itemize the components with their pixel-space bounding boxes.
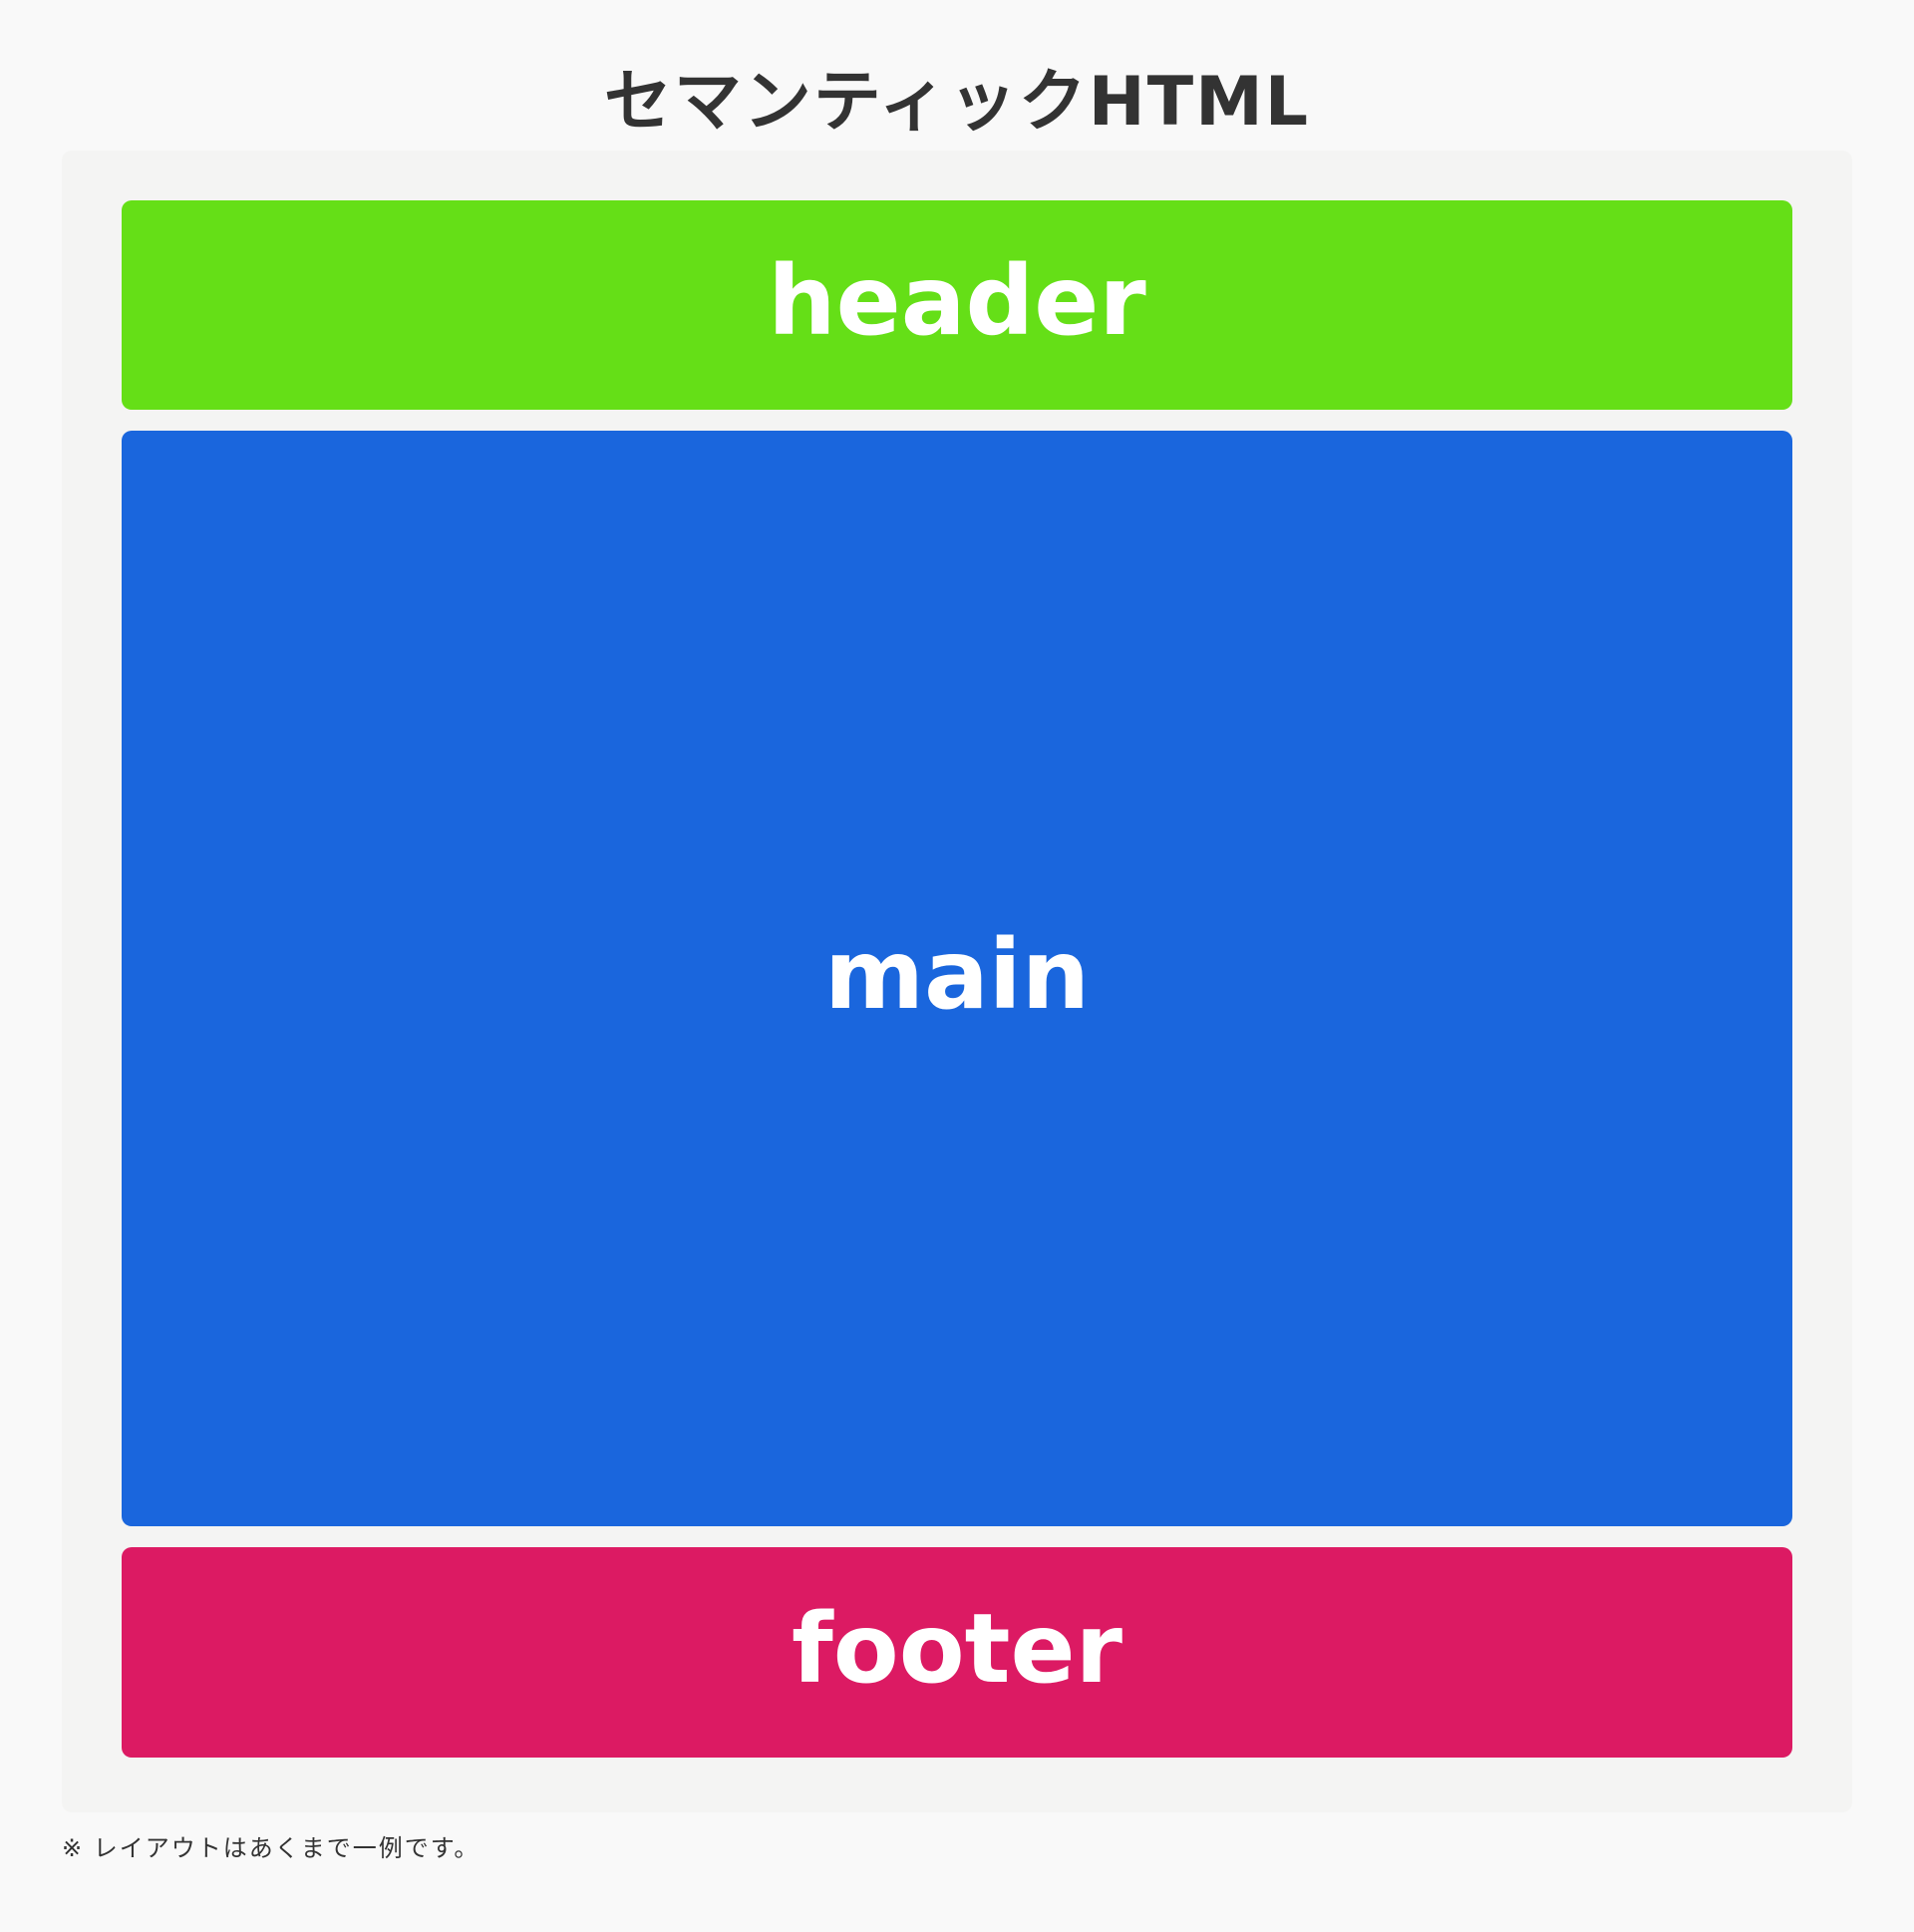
footnote: ※ レイアウトはあくまで一例です。: [62, 1834, 480, 1862]
footer-label: footer: [791, 1592, 1122, 1705]
footer-block: footer: [122, 1547, 1792, 1758]
header-label: header: [768, 245, 1146, 357]
header-block: header: [122, 200, 1792, 410]
main-block: main: [122, 431, 1792, 1526]
main-label: main: [823, 918, 1091, 1031]
layout-frame: header main footer: [62, 151, 1852, 1812]
page-title: セマンティックHTML: [603, 63, 1311, 142]
